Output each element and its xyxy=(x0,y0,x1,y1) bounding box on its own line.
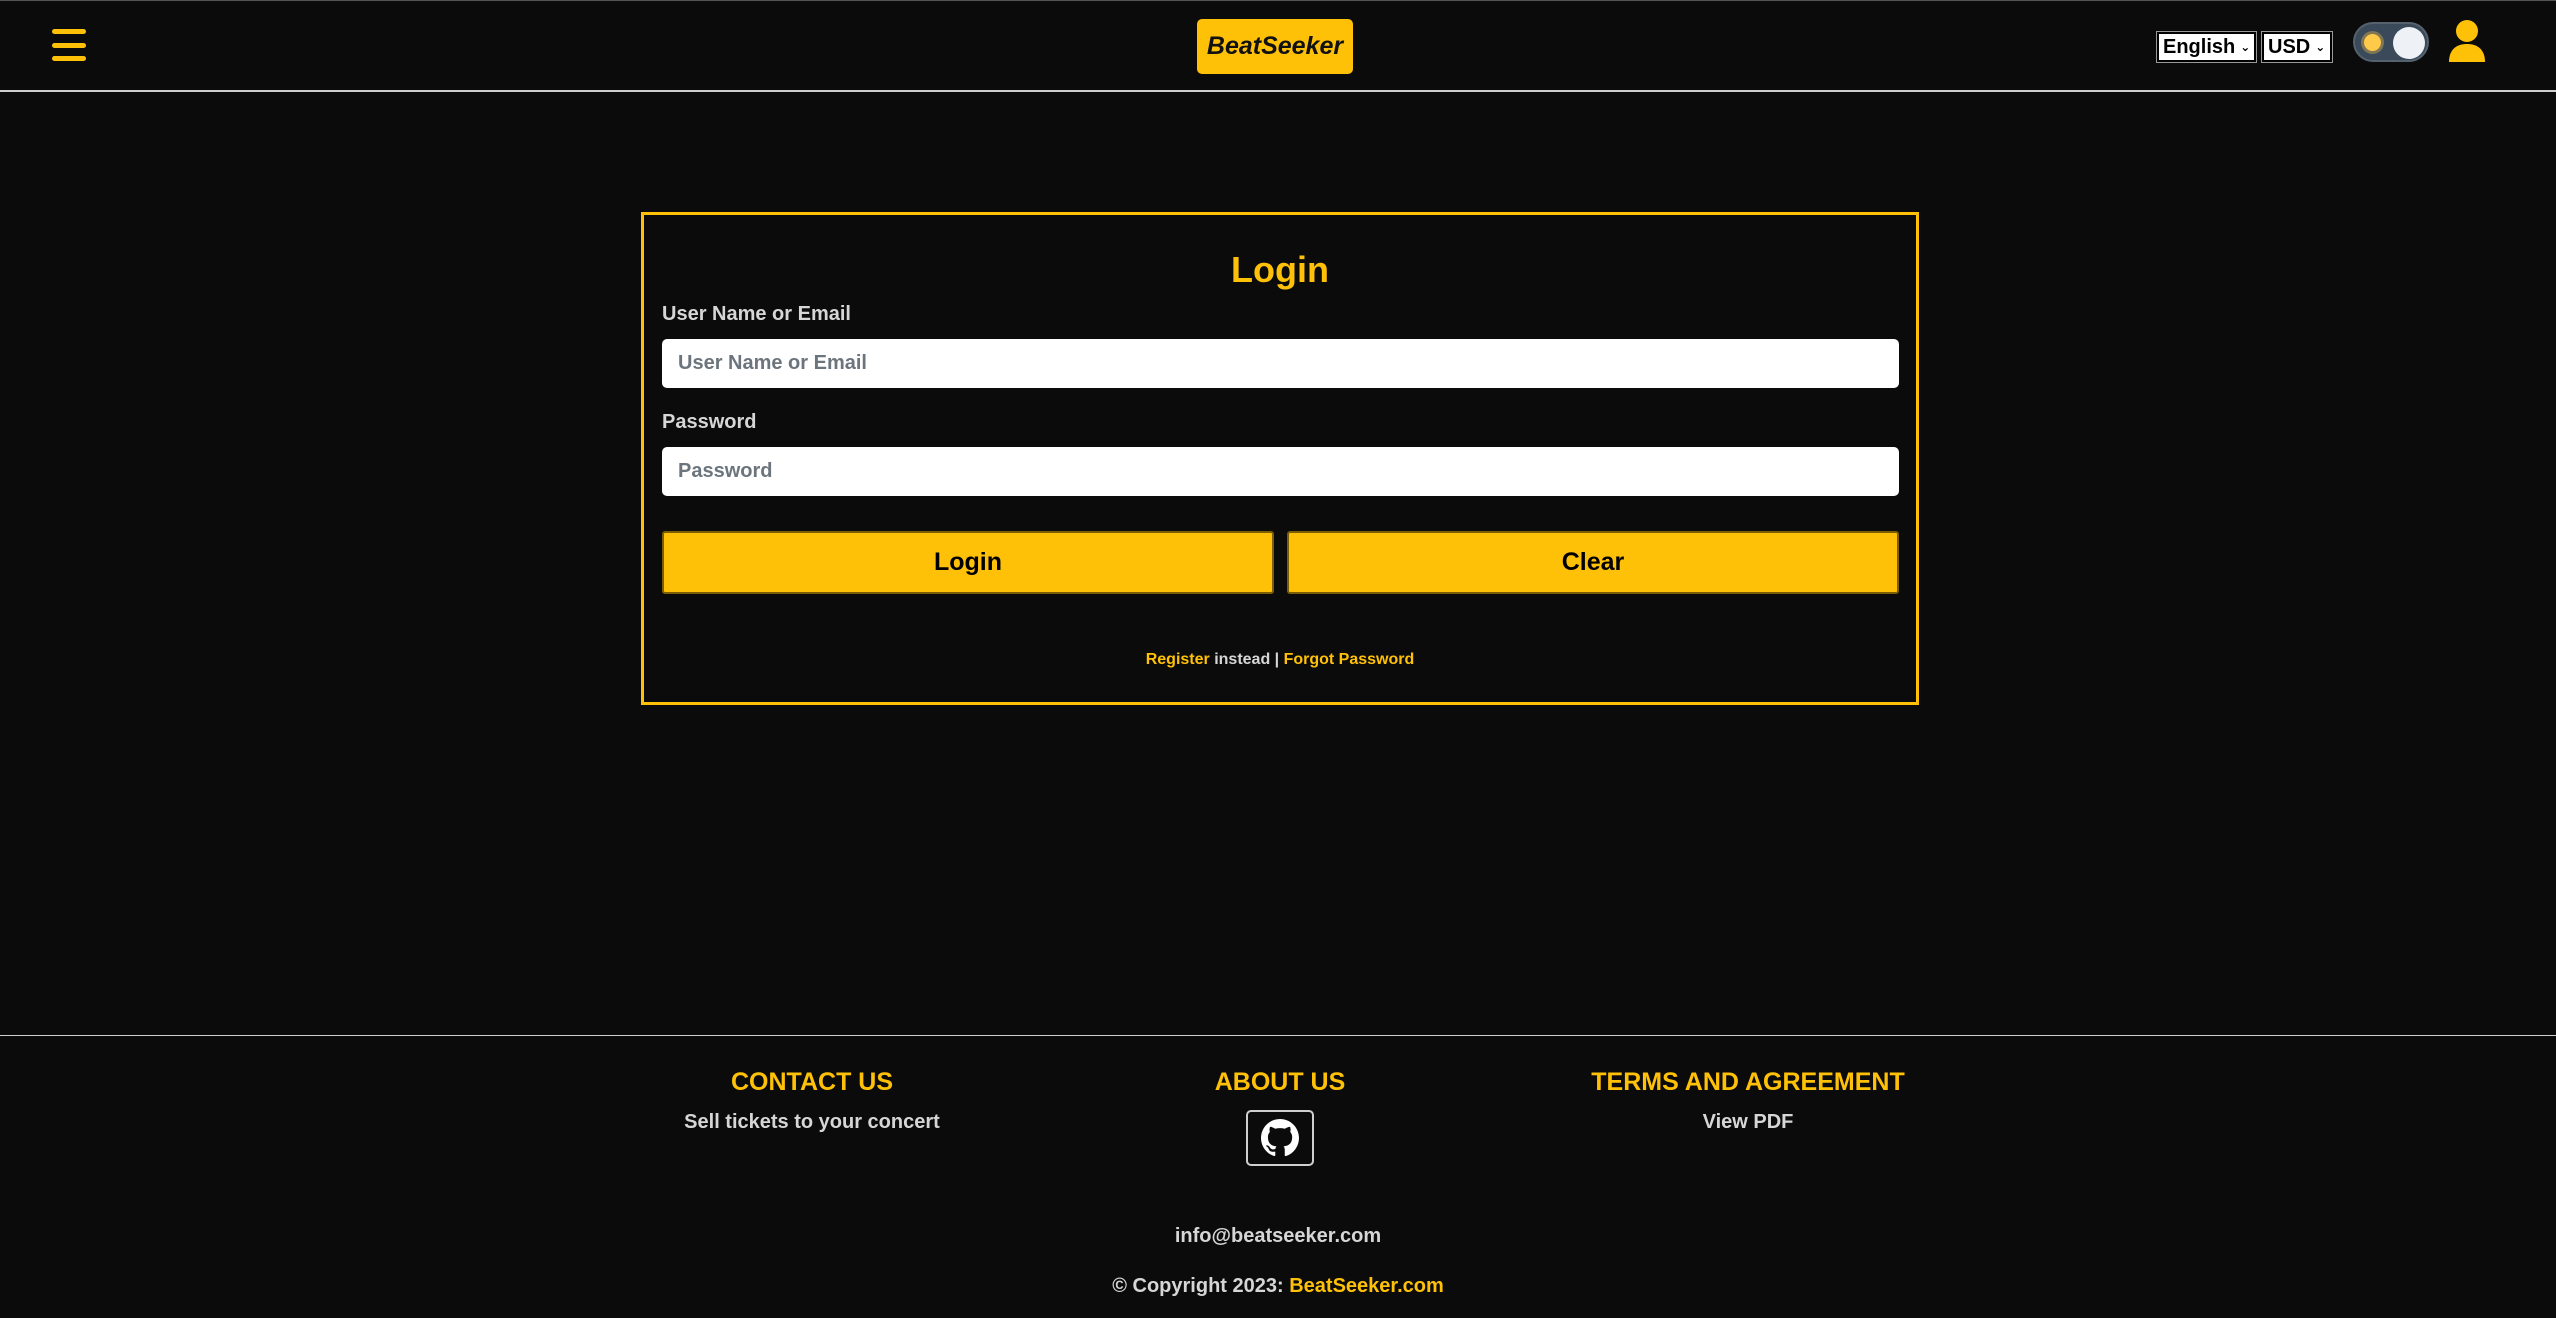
top-navbar: BeatSeeker English ⌄ USD ⌄ xyxy=(0,0,2556,92)
instead-text: instead | xyxy=(1209,651,1284,668)
currency-select-value: USD xyxy=(2268,35,2311,58)
terms-heading: TERMS AND AGREEMENT xyxy=(1591,1068,1905,1096)
chevron-down-icon: ⌄ xyxy=(2240,40,2251,54)
footer: CONTACT US Sell tickets to your concert … xyxy=(0,1035,2556,1318)
copyright: © Copyright 2023: BeatSeeker.com xyxy=(0,1275,2556,1298)
auth-links: Register instead | Forgot Password xyxy=(644,651,1916,669)
sell-tickets-link[interactable]: Sell tickets to your concert xyxy=(612,1111,1012,1134)
password-input[interactable] xyxy=(662,447,1899,496)
footer-contact: CONTACT US Sell tickets to your concert xyxy=(612,1068,1012,1134)
language-select-value: English xyxy=(2163,35,2236,58)
about-heading: ABOUT US xyxy=(1214,1068,1346,1096)
username-label: User Name or Email xyxy=(662,303,851,325)
login-button[interactable]: Login xyxy=(662,531,1274,594)
brand-logo[interactable]: BeatSeeker xyxy=(1197,19,1353,74)
sun-icon xyxy=(2364,34,2381,51)
github-button[interactable] xyxy=(1246,1110,1314,1166)
view-pdf-link[interactable]: View PDF xyxy=(1548,1111,1948,1134)
contact-email[interactable]: info@beatseeker.com xyxy=(0,1225,2556,1248)
login-title: Login xyxy=(1231,249,1329,290)
forgot-password-link[interactable]: Forgot Password xyxy=(1284,651,1415,668)
copyright-text: © Copyright 2023: xyxy=(1112,1275,1290,1297)
github-icon xyxy=(1261,1119,1299,1157)
footer-terms: TERMS AND AGREEMENT View PDF xyxy=(1548,1068,1948,1134)
password-label: Password xyxy=(662,411,757,433)
copyright-site-link[interactable]: BeatSeeker.com xyxy=(1289,1275,1444,1297)
theme-toggle[interactable] xyxy=(2353,22,2429,62)
footer-about: ABOUT US xyxy=(1080,1068,1480,1166)
clear-button[interactable]: Clear xyxy=(1287,531,1899,594)
contact-heading: CONTACT US xyxy=(730,1068,894,1096)
hamburger-menu-icon[interactable] xyxy=(52,29,86,61)
language-select[interactable]: English ⌄ xyxy=(2156,31,2257,63)
toggle-knob xyxy=(2393,27,2425,59)
username-input[interactable] xyxy=(662,339,1899,388)
currency-select[interactable]: USD ⌄ xyxy=(2261,31,2333,63)
register-link[interactable]: Register xyxy=(1146,651,1210,668)
login-form: Login User Name or Email Password Login … xyxy=(641,212,1919,705)
user-icon[interactable] xyxy=(2447,19,2487,63)
chevron-down-icon: ⌄ xyxy=(2315,40,2326,54)
